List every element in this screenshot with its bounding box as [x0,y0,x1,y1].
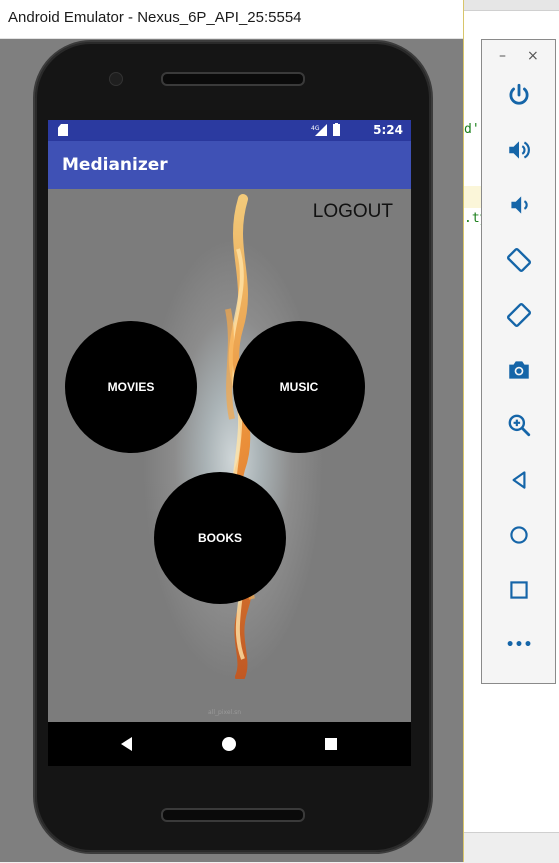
ide-code-fragment: d' [464,122,480,137]
screenshot-button[interactable] [502,353,536,387]
app-bar: Medianizer [48,141,411,189]
app-content: LOGOUT MOVIES MUSIC BOOKS all_pixel.sn [48,189,411,722]
status-time: 5:24 [373,123,403,137]
home-circle-icon [510,526,528,544]
logout-button[interactable]: LOGOUT [313,201,393,223]
top-speaker [161,72,305,86]
navigation-bar [48,722,411,766]
status-icons: 4G [311,123,359,140]
camera-icon [509,361,529,379]
zoom-in-icon [508,414,531,437]
more-button[interactable]: ••• [502,628,536,662]
overview-square-icon [510,581,528,599]
recents-icon[interactable] [325,738,337,750]
back-icon[interactable] [121,737,132,751]
ide-tab-strip [463,0,559,11]
rotate-left-button[interactable] [502,243,536,277]
volume-up-icon [509,141,530,159]
power-icon [509,83,529,105]
home-icon[interactable] [222,737,236,751]
status-bar: 4G 5:24 [48,120,411,141]
home-button[interactable] [502,518,536,552]
movies-button[interactable]: MOVIES [65,321,197,453]
volume-down-icon [511,196,528,214]
bottom-speaker [161,808,305,822]
ide-status-strip [463,832,559,863]
device-screen: 4G 5:24 Medianizer LOGOUT MOVIES MUSIC B… [48,120,411,766]
minimize-button[interactable]: – [499,48,506,64]
rotate-right-button[interactable] [502,298,536,332]
network-type-label: 4G [311,125,320,132]
zoom-button[interactable] [502,408,536,442]
music-button[interactable]: MUSIC [233,321,365,453]
window-title: Android Emulator - Nexus_6P_API_25:5554 [8,9,302,26]
volume-down-button[interactable] [502,188,536,222]
rotate-left-icon [506,247,532,273]
power-button[interactable] [502,78,536,112]
emulator-window: Android Emulator - Nexus_6P_API_25:5554 … [0,0,464,862]
close-button[interactable]: × [527,48,539,64]
sd-card-icon [58,124,68,136]
app-title: Medianizer [62,155,168,175]
rotate-right-icon [506,302,532,328]
ide-line-highlight [463,186,483,208]
signal-battery-icon: 4G [311,123,340,136]
back-button[interactable] [502,463,536,497]
back-triangle-icon [512,471,526,489]
image-watermark: all_pixel.sn [208,709,242,716]
volume-up-button[interactable] [502,133,536,167]
books-button[interactable]: BOOKS [154,472,286,604]
front-camera [109,72,123,86]
window-titlebar[interactable]: Android Emulator - Nexus_6P_API_25:5554 [0,0,463,39]
overview-button[interactable] [502,573,536,607]
emulator-toolbar: – × ••• [481,39,556,684]
